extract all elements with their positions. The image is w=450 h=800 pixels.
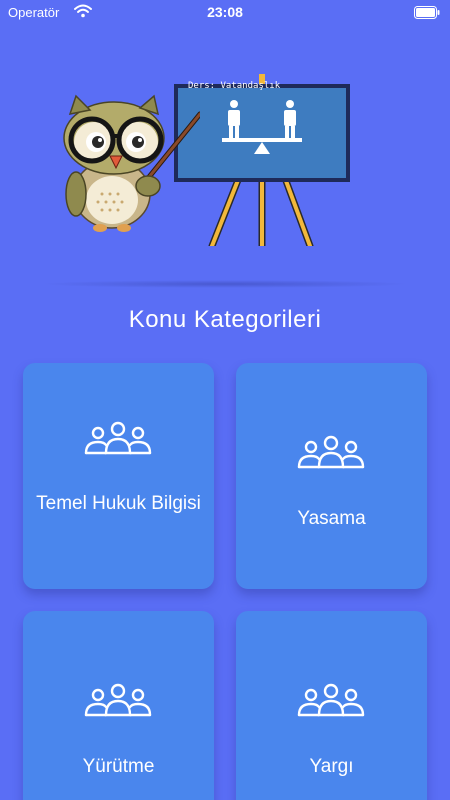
category-card-temel-hukuk-bilgisi[interactable]: Temel Hukuk Bilgisi <box>23 363 214 589</box>
group-icon <box>297 683 365 717</box>
category-label: Temel Hukuk Bilgisi <box>36 493 201 514</box>
board-subject-label: Ders: Vatandaşlık <box>188 81 281 91</box>
category-card-yasama[interactable]: Yasama <box>236 363 427 589</box>
group-icon <box>84 683 152 717</box>
header-divider <box>40 280 410 288</box>
category-label: Yargı <box>309 756 354 777</box>
category-label: Yasama <box>297 508 366 529</box>
category-card-yurutme[interactable]: Yürütme <box>23 611 214 800</box>
app-screen: Operatör 23:08 Ders: Vatandaşlık Konu Ka… <box>0 0 450 800</box>
page-title: Konu Kategorileri <box>128 306 322 333</box>
category-card-yargi[interactable]: Yargı <box>236 611 427 800</box>
status-bar: Operatör 23:08 <box>0 0 450 26</box>
category-label: Yürütme <box>82 756 155 777</box>
group-icon <box>297 435 365 469</box>
header-illustration: Ders: Vatandaşlık <box>0 26 450 284</box>
battery-icon <box>414 6 440 19</box>
owl-icon <box>63 94 200 232</box>
group-icon <box>84 421 152 455</box>
clock-time: 23:08 <box>207 4 243 20</box>
